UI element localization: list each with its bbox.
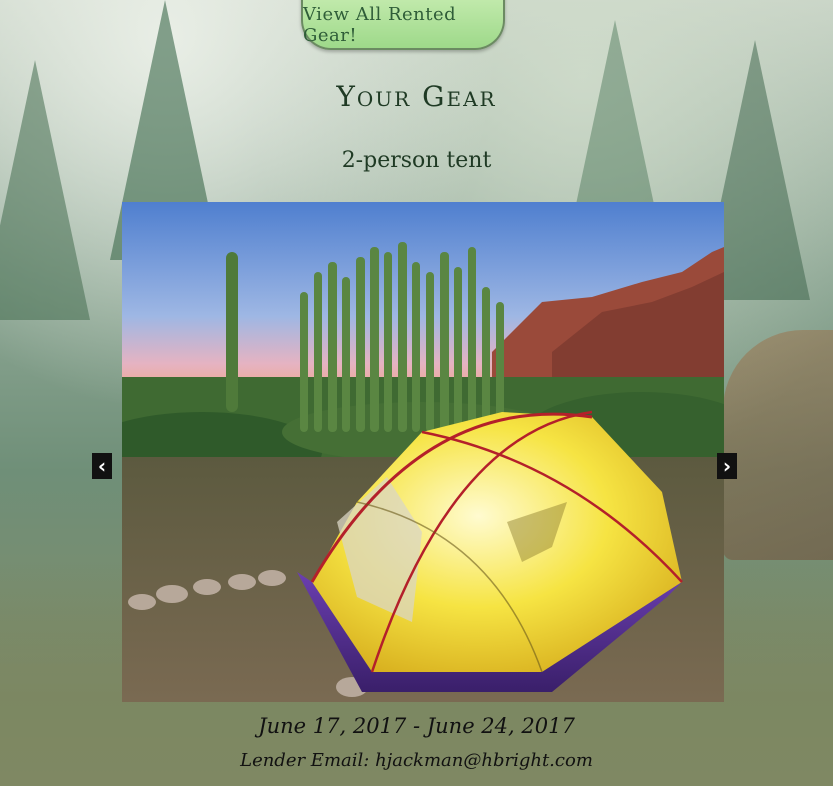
tent-photo [122,202,724,702]
lender-email-row: Lender Email: hjackman@hbright.com [0,750,833,771]
view-all-rented-gear-button[interactable]: View All Rented Gear! [301,0,505,50]
page-title: Your Gear [336,80,497,113]
background-tent [723,330,833,560]
lender-email[interactable]: hjackman@hbright.com [375,750,593,771]
gear-item-name: 2-person tent [341,148,492,173]
rental-dates: June 17, 2017 - June 24, 2017 [258,714,575,738]
lender-email-label: Lender Email: [240,750,370,771]
carousel-prev-button[interactable]: ‹ [92,453,112,479]
carousel-next-button[interactable]: › [717,453,737,479]
gear-image-carousel [122,202,724,702]
